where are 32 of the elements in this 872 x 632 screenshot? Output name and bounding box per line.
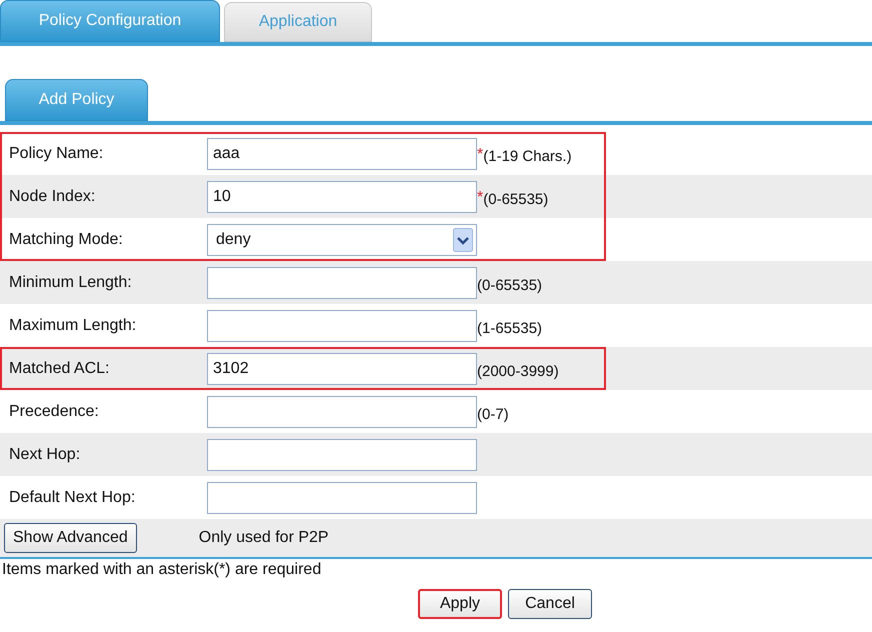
note-text: Only used for P2P [198, 529, 329, 547]
range-hint: (0-65535) [483, 191, 548, 208]
text-field[interactable] [207, 396, 477, 428]
text-field[interactable] [207, 438, 477, 470]
range-hint: (1-65535) [477, 320, 542, 337]
field-label: Next Hop: [8, 446, 82, 464]
range-hint: (0-65535) [477, 277, 542, 294]
text-field[interactable] [207, 266, 477, 298]
required-mark: * [477, 188, 484, 206]
field-label: Policy Name: [8, 144, 104, 162]
form-button[interactable]: Apply [418, 589, 502, 619]
range-hint: (1-19 Chars.) [483, 148, 572, 165]
form-button[interactable]: Cancel [508, 589, 592, 619]
footnote: Items marked with an asterisk(*) are required [2, 561, 322, 578]
text-field[interactable] [207, 482, 477, 514]
text-field[interactable] [207, 310, 477, 342]
field-label: Precedence: [8, 402, 100, 420]
field-label: Maximum Length: [8, 316, 138, 334]
text-field[interactable]: 10 [207, 180, 477, 212]
field-label: Node Index: [8, 188, 96, 206]
required-mark: * [477, 146, 484, 164]
text-field[interactable]: 3102 [207, 352, 477, 384]
range-hint: (2000-3999) [477, 363, 559, 380]
show-advanced-button[interactable]: Show Advanced [4, 523, 137, 553]
caret-icon [453, 228, 473, 252]
field-label: Matched ACL: [8, 360, 110, 378]
text-field[interactable]: aaa [207, 138, 477, 170]
dropdown[interactable]: deny [207, 224, 477, 256]
field-label: Matching Mode: [8, 230, 124, 248]
range-hint: (0-7) [477, 406, 509, 423]
field-label: Default Next Hop: [8, 488, 136, 506]
field-label: Minimum Length: [8, 274, 133, 292]
